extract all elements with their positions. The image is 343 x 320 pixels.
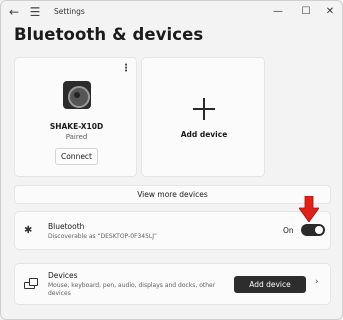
bluetooth-row: ✱ Bluetooth Discoverable as “DESKTOP-0F3… <box>14 211 331 250</box>
device-card-shake-x10d: ⋮ SHAKE-X10D Paired Connect <box>14 57 137 177</box>
devices-subtitle: Mouse, keyboard, pen, audio, displays an… <box>48 282 216 297</box>
bluetooth-icon: ✱ <box>24 225 33 236</box>
page-title: Bluetooth & devices <box>14 25 204 44</box>
hamburger-menu-icon[interactable]: ☰ <box>27 4 43 20</box>
add-device-card-label: Add device <box>180 130 228 139</box>
settings-window: ← ☰ Settings — ☐ ✕ Bluetooth & devices ⋮… <box>0 0 343 320</box>
connect-button[interactable]: Connect <box>55 148 98 165</box>
device-status: Paired <box>65 133 88 141</box>
close-button[interactable]: ✕ <box>321 4 339 20</box>
device-name: SHAKE-X10D <box>49 122 104 131</box>
bluetooth-title: Bluetooth <box>48 222 85 231</box>
devices-title: Devices <box>48 271 78 280</box>
title-bar: ← ☰ Settings — ☐ ✕ <box>1 1 342 25</box>
minimize-button[interactable]: — <box>269 4 287 20</box>
plus-icon <box>193 98 215 120</box>
bluetooth-state-label: On <box>283 226 294 235</box>
more-options-icon[interactable]: ⋮ <box>121 64 131 74</box>
window-title: Settings <box>54 7 85 16</box>
chevron-right-icon[interactable]: › <box>315 277 319 287</box>
back-arrow-icon[interactable]: ← <box>6 4 22 20</box>
add-device-button[interactable]: Add device <box>234 276 306 293</box>
devices-icon <box>24 278 38 290</box>
maximize-button[interactable]: ☐ <box>297 4 315 20</box>
devices-row[interactable]: Devices Mouse, keyboard, pen, audio, dis… <box>14 263 331 305</box>
speaker-icon <box>63 81 91 109</box>
bluetooth-subtitle: Discoverable as “DESKTOP-0F345LJ” <box>48 233 157 240</box>
bluetooth-toggle[interactable] <box>301 224 325 236</box>
toggle-knob <box>315 226 323 234</box>
view-more-devices-button[interactable]: View more devices <box>14 185 331 204</box>
add-device-card[interactable]: Add device <box>141 57 265 177</box>
red-arrow-down-icon <box>299 196 319 222</box>
